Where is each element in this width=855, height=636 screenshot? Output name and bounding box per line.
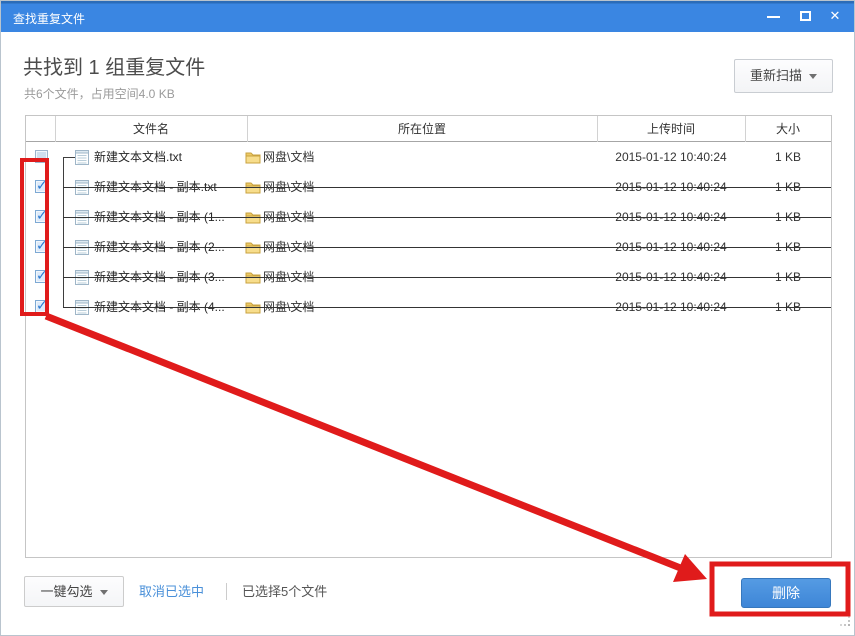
chevron-down-icon: [809, 74, 817, 80]
text-file-icon: [74, 208, 90, 231]
folder-icon: [245, 240, 261, 259]
table-row[interactable]: ✓ 新建文本文档 - 副本 (4... 网盘\文档 2015-01-12 10:…: [26, 292, 831, 322]
chevron-down-icon: [99, 590, 108, 596]
text-file-icon: [74, 178, 90, 201]
window-title: 查找重复文件: [13, 12, 86, 26]
select-all-label: 一键勾选: [40, 584, 93, 599]
table-row[interactable]: ✓ 新建文本文档 - 副本.txt 网盘\文档 2015-01-12 10:40…: [26, 172, 831, 202]
row-checkbox-checked[interactable]: ✓: [35, 177, 48, 193]
footer-divider: [226, 583, 227, 600]
column-header-name: 文件名: [132, 122, 169, 136]
select-all-button[interactable]: 一键勾选: [24, 576, 124, 607]
column-header-location: 所在位置: [397, 122, 446, 136]
maximize-button[interactable]: [790, 1, 820, 32]
cancel-selected-link[interactable]: 取消已选中: [139, 576, 204, 607]
file-size: 1 KB: [774, 150, 801, 164]
column-header-size: 大小: [775, 122, 800, 136]
checkmark-icon: ✓: [36, 177, 48, 193]
row-checkbox-checked[interactable]: ✓: [35, 207, 48, 223]
folder-icon: [245, 270, 261, 289]
duplicate-files-table: 文件名 所在位置 上传时间 大小 新建文本文档.txt 网盘\文档 2015-0…: [25, 115, 832, 558]
minimize-button[interactable]: [758, 1, 788, 32]
annotation-arrow-head: [673, 554, 707, 582]
page-title: 共找到 1 组重复文件: [23, 57, 206, 79]
file-location: 网盘\文档: [263, 150, 315, 164]
rescan-button[interactable]: 重新扫描: [734, 59, 833, 93]
close-icon: ✕: [829, 8, 841, 23]
folder-icon: [245, 150, 261, 169]
page-subtitle: 共6个文件，占用空间4.0 KB: [24, 87, 175, 101]
strikethrough-line: [63, 307, 831, 308]
folder-icon: [245, 300, 261, 319]
row-checkbox-unchecked[interactable]: [35, 150, 48, 163]
header-separator: [745, 116, 746, 142]
column-header-time: 上传时间: [646, 122, 695, 136]
checkmark-icon: ✓: [36, 237, 48, 253]
table-header: 文件名 所在位置 上传时间 大小: [26, 116, 831, 142]
resize-grip-icon[interactable]: [840, 614, 851, 632]
checkmark-icon: ✓: [36, 267, 48, 283]
row-checkbox-checked[interactable]: ✓: [35, 237, 48, 253]
row-checkbox-checked[interactable]: ✓: [35, 297, 48, 313]
strikethrough-line: [63, 187, 831, 188]
header-separator: [597, 116, 598, 142]
text-file-icon: [74, 238, 90, 261]
table-row[interactable]: ✓ 新建文本文档 - 副本 (1... 网盘\文档 2015-01-12 10:…: [26, 202, 831, 232]
find-duplicates-dialog: 查找重复文件 ✕ 共找到 1 组重复文件 共6个文件，占用空间4.0 KB 重新…: [0, 0, 855, 636]
text-file-icon: [74, 148, 90, 171]
rescan-label: 重新扫描: [749, 68, 802, 83]
checkmark-icon: ✓: [36, 297, 48, 313]
folder-icon: [245, 180, 261, 199]
header-separator: [55, 116, 56, 142]
delete-button[interactable]: 删除: [741, 578, 831, 608]
selected-count-text: 已选择5个文件: [242, 584, 328, 599]
close-button[interactable]: ✕: [820, 1, 850, 32]
strikethrough-line: [63, 277, 831, 278]
table-row[interactable]: 新建文本文档.txt 网盘\文档 2015-01-12 10:40:24 1 K…: [26, 142, 831, 172]
text-file-icon: [74, 268, 90, 291]
text-file-icon: [74, 298, 90, 321]
file-upload-time: 2015-01-12 10:40:24: [615, 150, 727, 164]
checkmark-icon: ✓: [36, 207, 48, 223]
strikethrough-line: [63, 247, 831, 248]
file-name: 新建文本文档.txt: [94, 150, 183, 164]
table-row[interactable]: ✓ 新建文本文档 - 副本 (3... 网盘\文档 2015-01-12 10:…: [26, 262, 831, 292]
folder-icon: [245, 210, 261, 229]
table-row[interactable]: ✓ 新建文本文档 - 副本 (2... 网盘\文档 2015-01-12 10:…: [26, 232, 831, 262]
row-checkbox-checked[interactable]: ✓: [35, 267, 48, 283]
titlebar: 查找重复文件 ✕: [1, 1, 854, 32]
strikethrough-line: [63, 217, 831, 218]
minimize-icon: [767, 16, 780, 18]
header-separator: [247, 116, 248, 142]
maximize-icon: [800, 11, 811, 21]
